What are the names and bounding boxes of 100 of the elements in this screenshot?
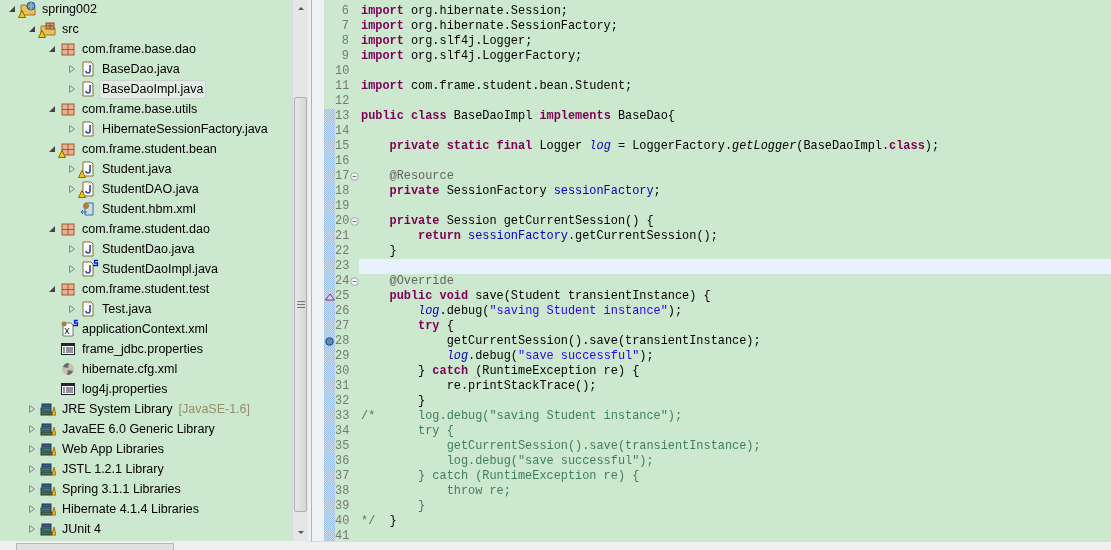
collapsed-arrow-icon[interactable]: [26, 463, 38, 475]
collapsed-arrow-icon[interactable]: [66, 83, 78, 95]
code-line: }: [388, 244, 397, 258]
collapsed-arrow-icon[interactable]: [66, 123, 78, 135]
line-number: 23: [335, 259, 349, 274]
line-number: 41: [335, 529, 349, 541]
line-number: 6: [340, 4, 349, 19]
line-number: 12: [335, 94, 349, 109]
code-line: try {: [417, 424, 454, 438]
tree-item[interactable]: com.frame.student.dao: [79, 219, 213, 239]
code-line: }: [417, 499, 426, 513]
code-line: try {: [417, 319, 454, 333]
collapsed-arrow-icon[interactable]: [26, 483, 38, 495]
collapsed-arrow-icon[interactable]: [66, 243, 78, 255]
line-number: 21: [335, 229, 349, 244]
tree-item[interactable]: HibernateSessionFactory.java: [99, 119, 271, 139]
line-number: 32: [335, 394, 349, 409]
line-number: 27: [335, 319, 349, 334]
tree-item[interactable]: src: [59, 19, 82, 39]
collapse-icon[interactable]: [349, 217, 359, 226]
collapsed-arrow-icon[interactable]: [26, 423, 38, 435]
line-number: 29: [335, 349, 349, 364]
collapsed-arrow-icon[interactable]: [66, 303, 78, 315]
tree-item[interactable]: com.frame.base.dao: [79, 39, 199, 59]
file-icon: [80, 161, 96, 177]
code-line: throw re;: [445, 484, 511, 498]
code-line: public class BaseDaoImpl implements BaseDao{: [361, 109, 675, 123]
tree-item[interactable]: JRE System Library: [59, 399, 176, 419]
tree-item[interactable]: hibernate.cfg.xml: [79, 359, 181, 379]
file-icon: [80, 121, 96, 137]
collapsed-arrow-icon[interactable]: [66, 183, 78, 195]
line-number: 25: [335, 289, 349, 304]
tree-item[interactable]: StudentDao.java: [99, 239, 198, 259]
collapsed-arrow-icon[interactable]: [66, 263, 78, 275]
line-number: 35: [335, 439, 349, 454]
collapse-icon[interactable]: [349, 172, 359, 181]
file-icon: [80, 81, 96, 97]
file-icon: [60, 321, 76, 337]
collapsed-arrow-icon[interactable]: [26, 443, 38, 455]
tree-item[interactable]: StudentDaoImpl.java: [99, 259, 222, 279]
tree-item[interactable]: JUnit 4: [59, 519, 104, 539]
tree-item[interactable]: Web App Libraries: [59, 439, 167, 459]
scrollbar-thumb[interactable]: [294, 97, 307, 512]
horizontal-scrollbar[interactable]: [0, 541, 308, 550]
tree-item[interactable]: Test.java: [99, 299, 155, 319]
vertical-scrollbar[interactable]: [292, 0, 308, 541]
tree-item[interactable]: JSTL 1.2.1 Library: [59, 459, 167, 479]
tree-item[interactable]: BaseDaoImpl.java: [99, 79, 207, 99]
tree-item[interactable]: Student.hbm.xml: [99, 199, 199, 219]
line-number: 38: [335, 484, 349, 499]
code-line: log.debug("saving Student instance");: [417, 304, 683, 318]
code-line: import org.slf4j.Logger;: [361, 34, 533, 48]
line-number: 7: [340, 19, 349, 34]
tree-item[interactable]: spring002: [39, 0, 100, 19]
library-qualifier: [JavaSE-1.6]: [178, 401, 251, 417]
file-icon: [80, 301, 96, 317]
tree-item[interactable]: com.frame.student.bean: [79, 139, 220, 159]
tree-item[interactable]: JavaEE 6.0 Generic Library: [59, 419, 218, 439]
code-line: private Session getCurrentSession() {: [388, 214, 654, 228]
grid-icon: [60, 41, 76, 57]
table-icon: [60, 381, 76, 397]
tree-item[interactable]: log4j.properties: [79, 379, 171, 399]
collapsed-arrow-icon[interactable]: [26, 523, 38, 535]
line-number: 24: [335, 274, 349, 289]
tree-item[interactable]: BaseDao.java: [99, 59, 183, 79]
file-icon: [80, 241, 96, 257]
panel-splitter[interactable]: [308, 0, 312, 541]
collapse-icon[interactable]: [349, 277, 359, 286]
line-number: 19: [335, 199, 349, 214]
tree-item[interactable]: StudentDAO.java: [99, 179, 202, 199]
line-number: 20: [335, 214, 349, 229]
horizontal-scrollbar-thumb[interactable]: [16, 543, 174, 550]
line-number: 22: [335, 244, 349, 259]
grid-icon: [60, 141, 76, 157]
table-icon: [60, 341, 76, 357]
tree-item[interactable]: com.frame.base.utils: [79, 99, 201, 119]
tree-item[interactable]: com.frame.student.test: [79, 279, 213, 299]
collapsed-arrow-icon[interactable]: [26, 403, 38, 415]
tree-item[interactable]: frame_jdbc.properties: [79, 339, 206, 359]
books-icon: [40, 441, 56, 457]
code-editor[interactable]: [312, 0, 1111, 541]
code-line: import org.slf4j.LoggerFactory;: [361, 49, 583, 63]
line-number: 33: [335, 409, 349, 424]
tree-item[interactable]: Spring 3.1.1 Libraries: [59, 479, 184, 499]
books-icon: [40, 501, 56, 517]
tree-item[interactable]: Hibernate 4.1.4 Libraries: [59, 499, 202, 519]
file-icon: [80, 181, 96, 197]
line-number: 36: [335, 454, 349, 469]
collapsed-arrow-icon[interactable]: [26, 503, 38, 515]
line-number: 10: [335, 64, 349, 79]
code-line: /* log.debug("saving Student instance");: [361, 409, 683, 423]
collapsed-arrow-icon[interactable]: [66, 163, 78, 175]
collapsed-arrow-icon[interactable]: [66, 63, 78, 75]
code-line: private SessionFactory sessionFactory;: [388, 184, 661, 198]
grid-icon: [60, 221, 76, 237]
tree-item[interactable]: applicationContext.xml: [79, 319, 211, 339]
code-line: log.debug("save successful");: [445, 454, 654, 468]
code-line: @Override: [388, 274, 454, 288]
file-icon: [80, 261, 96, 277]
tree-item[interactable]: Student.java: [99, 159, 175, 179]
